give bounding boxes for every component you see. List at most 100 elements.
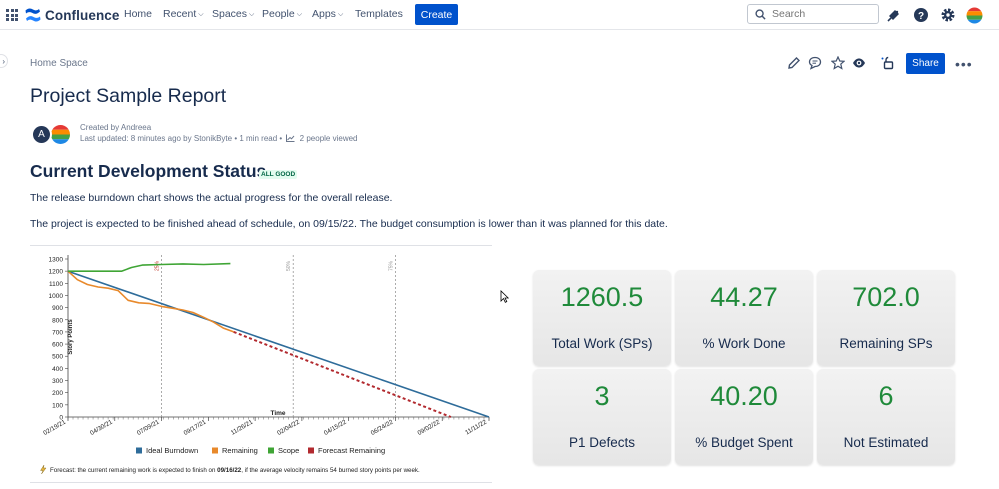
x-tick-label: 11/11/22 (464, 418, 488, 436)
x-tick-label: 04/30/21 (89, 418, 114, 437)
milestone-label: 75% (388, 260, 394, 271)
nav-people[interactable]: People ⌵ (262, 8, 302, 20)
x-axis-label: Time (270, 410, 285, 417)
edit-icon[interactable] (787, 56, 801, 70)
forecast-note: Forecast: the current remaining work is … (50, 467, 420, 474)
y-tick-label: 900 (52, 305, 63, 312)
x-tick-label: 02/04/22 (276, 418, 301, 437)
legend-swatch (136, 447, 142, 454)
series-scope-line (68, 262, 231, 273)
chevron-down-icon: ⌵ (296, 11, 303, 18)
legend-label: Scope (278, 446, 299, 455)
y-tick-label: 1300 (49, 257, 64, 264)
legend-label: Forecast Remaining (318, 446, 385, 455)
restrictions-icon[interactable] (881, 56, 895, 70)
y-tick-label: 700 (52, 329, 63, 336)
confluence-logo[interactable]: Confluence (25, 6, 120, 24)
legend-swatch (308, 447, 314, 454)
search-icon (755, 8, 766, 20)
x-tick-label: 07/09/21 (136, 418, 161, 437)
star-icon[interactable] (831, 56, 845, 70)
metric-value: 1260.5 (560, 282, 644, 312)
nav-spaces[interactable]: Spaces ⌵ (212, 8, 254, 20)
page-title: Project Sample Report (30, 85, 227, 107)
x-tick-label: 09/17/21 (183, 418, 208, 437)
burndown-chart: 0 100 200 300 400 500 600 700 800 900 1000 1100 1200… (30, 245, 492, 480)
metric-value: 40.20 (710, 381, 778, 411)
notifications-icon[interactable] (886, 7, 902, 23)
confluence-logo-icon (25, 8, 41, 22)
meta-separator: • (279, 134, 285, 143)
chevron-down-icon: ⌵ (249, 11, 255, 18)
metric-value: 3 (594, 381, 610, 411)
chevron-down-icon: ⌵ (337, 11, 344, 18)
last-updated[interactable]: Last updated: 8 minutes ago by StonikByt… (80, 134, 232, 143)
y-tick-label: 200 (52, 390, 63, 397)
nav-templates-label: Templates (355, 8, 403, 20)
metric-label: Total Work (SPs) (551, 336, 653, 351)
metric-label: P1 Defects (568, 435, 636, 450)
y-tick-label: 300 (52, 378, 63, 385)
metric-label: Not Estimated (843, 435, 929, 450)
legend-label: Ideal Burndown (146, 446, 198, 455)
milestone-label: 50% (286, 260, 292, 271)
metric-tile: 3 P1 Defects (533, 369, 671, 465)
status-badge: ALL GOOD (259, 170, 298, 179)
metric-label: % Budget Spent (695, 435, 793, 450)
y-tick-label: 1200 (49, 269, 64, 276)
created-by: Created by Andreea (80, 123, 152, 132)
create-button[interactable]: Create (415, 4, 458, 25)
help-icon[interactable]: ? (913, 7, 929, 23)
paragraph-forecast: The project is expected to be finished a… (30, 218, 668, 230)
sidebar-expand-button[interactable]: › (0, 54, 8, 68)
metric-label: Remaining SPs (839, 336, 933, 351)
page-views[interactable]: 2 people viewed (300, 134, 358, 143)
watch-icon[interactable] (852, 56, 866, 70)
y-tick-label: 500 (52, 354, 63, 361)
read-time: 1 min read (239, 134, 278, 143)
breadcrumb[interactable]: Home Space (30, 58, 88, 69)
analytics-icon (286, 134, 295, 142)
nav-templates[interactable]: Templates (355, 8, 403, 20)
share-button[interactable]: Share (906, 53, 945, 74)
metric-value: 44.27 (710, 282, 778, 312)
y-tick-label: 1000 (49, 293, 64, 300)
metric-tile: 44.27 % Work Done (675, 270, 813, 366)
search-input[interactable] (772, 8, 872, 20)
page-metadata: Last updated: 8 minutes ago by StonikByt… (80, 134, 358, 143)
y-axis-label: Story Points (68, 319, 74, 355)
chart-bottom-divider (30, 482, 492, 483)
metric-tile: 702.0 Remaining SPs (817, 270, 955, 366)
y-tick-label: 400 (52, 366, 63, 373)
search-field[interactable] (747, 4, 879, 24)
mouse-cursor-icon (500, 290, 509, 303)
series-ideal-burndown-line (67, 270, 490, 418)
paragraph-release: The release burndown chart shows the act… (30, 192, 393, 204)
metric-tile: 6 Not Estimated (817, 369, 955, 465)
settings-icon[interactable] (940, 7, 956, 23)
comment-icon[interactable] (808, 56, 822, 70)
milestone-label: 25% (155, 260, 161, 271)
chevron-down-icon: ⌵ (198, 11, 204, 18)
nav-spaces-label: Spaces (212, 8, 248, 20)
user-avatar[interactable] (966, 7, 983, 24)
nav-home[interactable]: Home (124, 8, 152, 20)
svg-text:?: ? (918, 11, 924, 22)
top-navigation: Confluence Home Recent ⌵ Spaces ⌵ People ⌵ … (0, 0, 999, 30)
contributor-avatar[interactable] (49, 123, 72, 146)
more-actions-button[interactable]: ••• (955, 56, 973, 72)
author-avatar[interactable]: A (31, 124, 52, 145)
nav-recent[interactable]: Recent ⌵ (163, 8, 204, 20)
series-forecast-remaining-line (233, 330, 452, 418)
legend-label: Remaining (222, 446, 258, 455)
y-tick-label: 800 (52, 317, 63, 324)
nav-apps[interactable]: Apps ⌵ (312, 8, 343, 20)
app-switcher-icon[interactable] (6, 9, 18, 21)
x-tick-label: 06/24/22 (370, 418, 395, 437)
nav-recent-label: Recent (163, 8, 197, 20)
x-tick-label: 04/15/22 (323, 418, 348, 437)
product-name: Confluence (45, 7, 120, 23)
y-tick-label: 1100 (49, 281, 63, 288)
x-tick-label: 09/02/22 (416, 418, 441, 437)
legend-swatch (212, 447, 218, 454)
